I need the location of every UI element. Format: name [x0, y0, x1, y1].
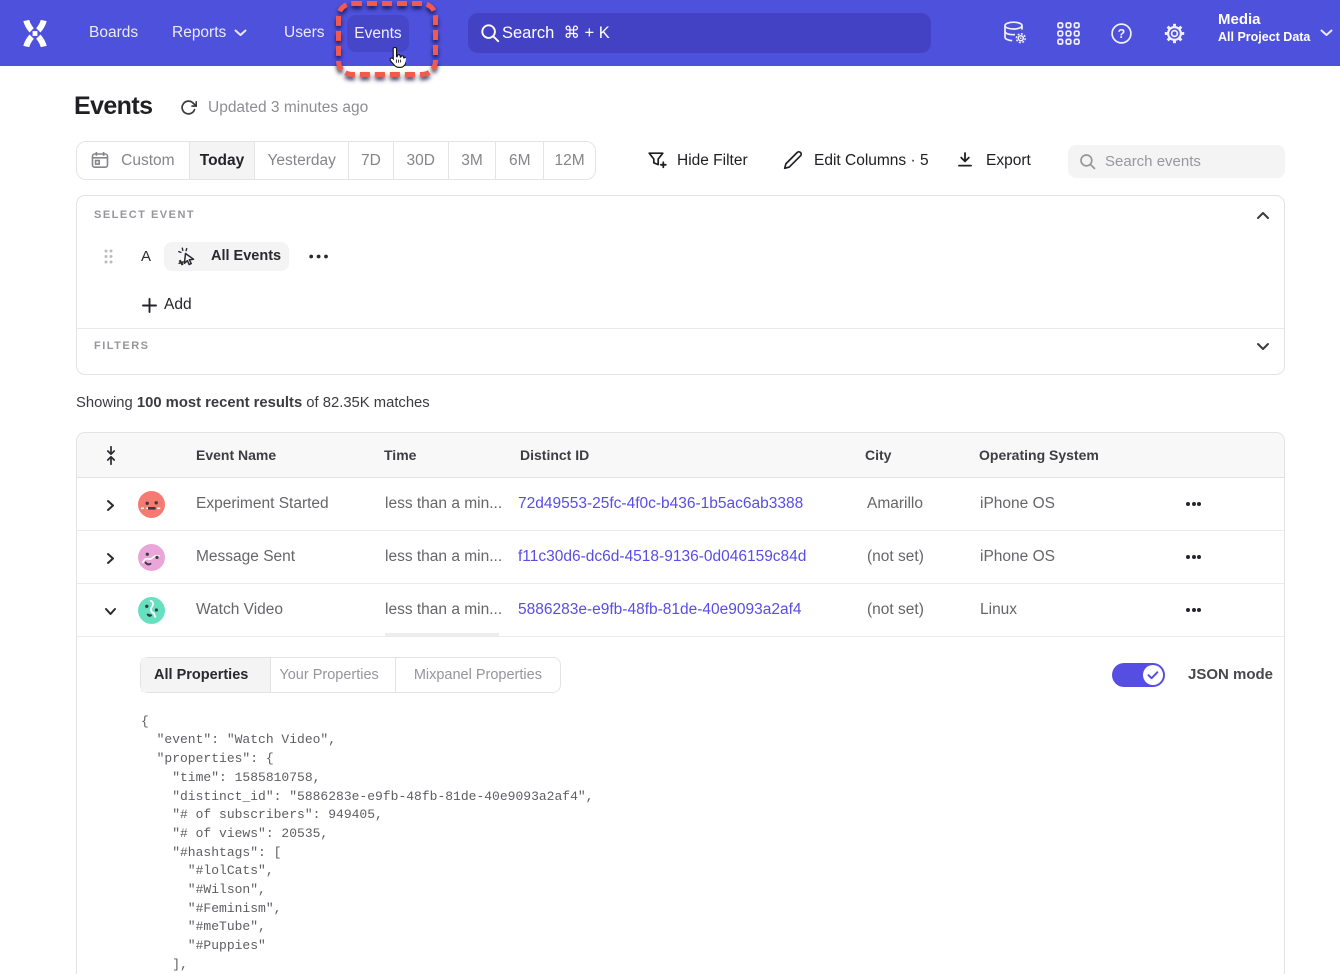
svg-text:?: ? — [1118, 27, 1126, 41]
